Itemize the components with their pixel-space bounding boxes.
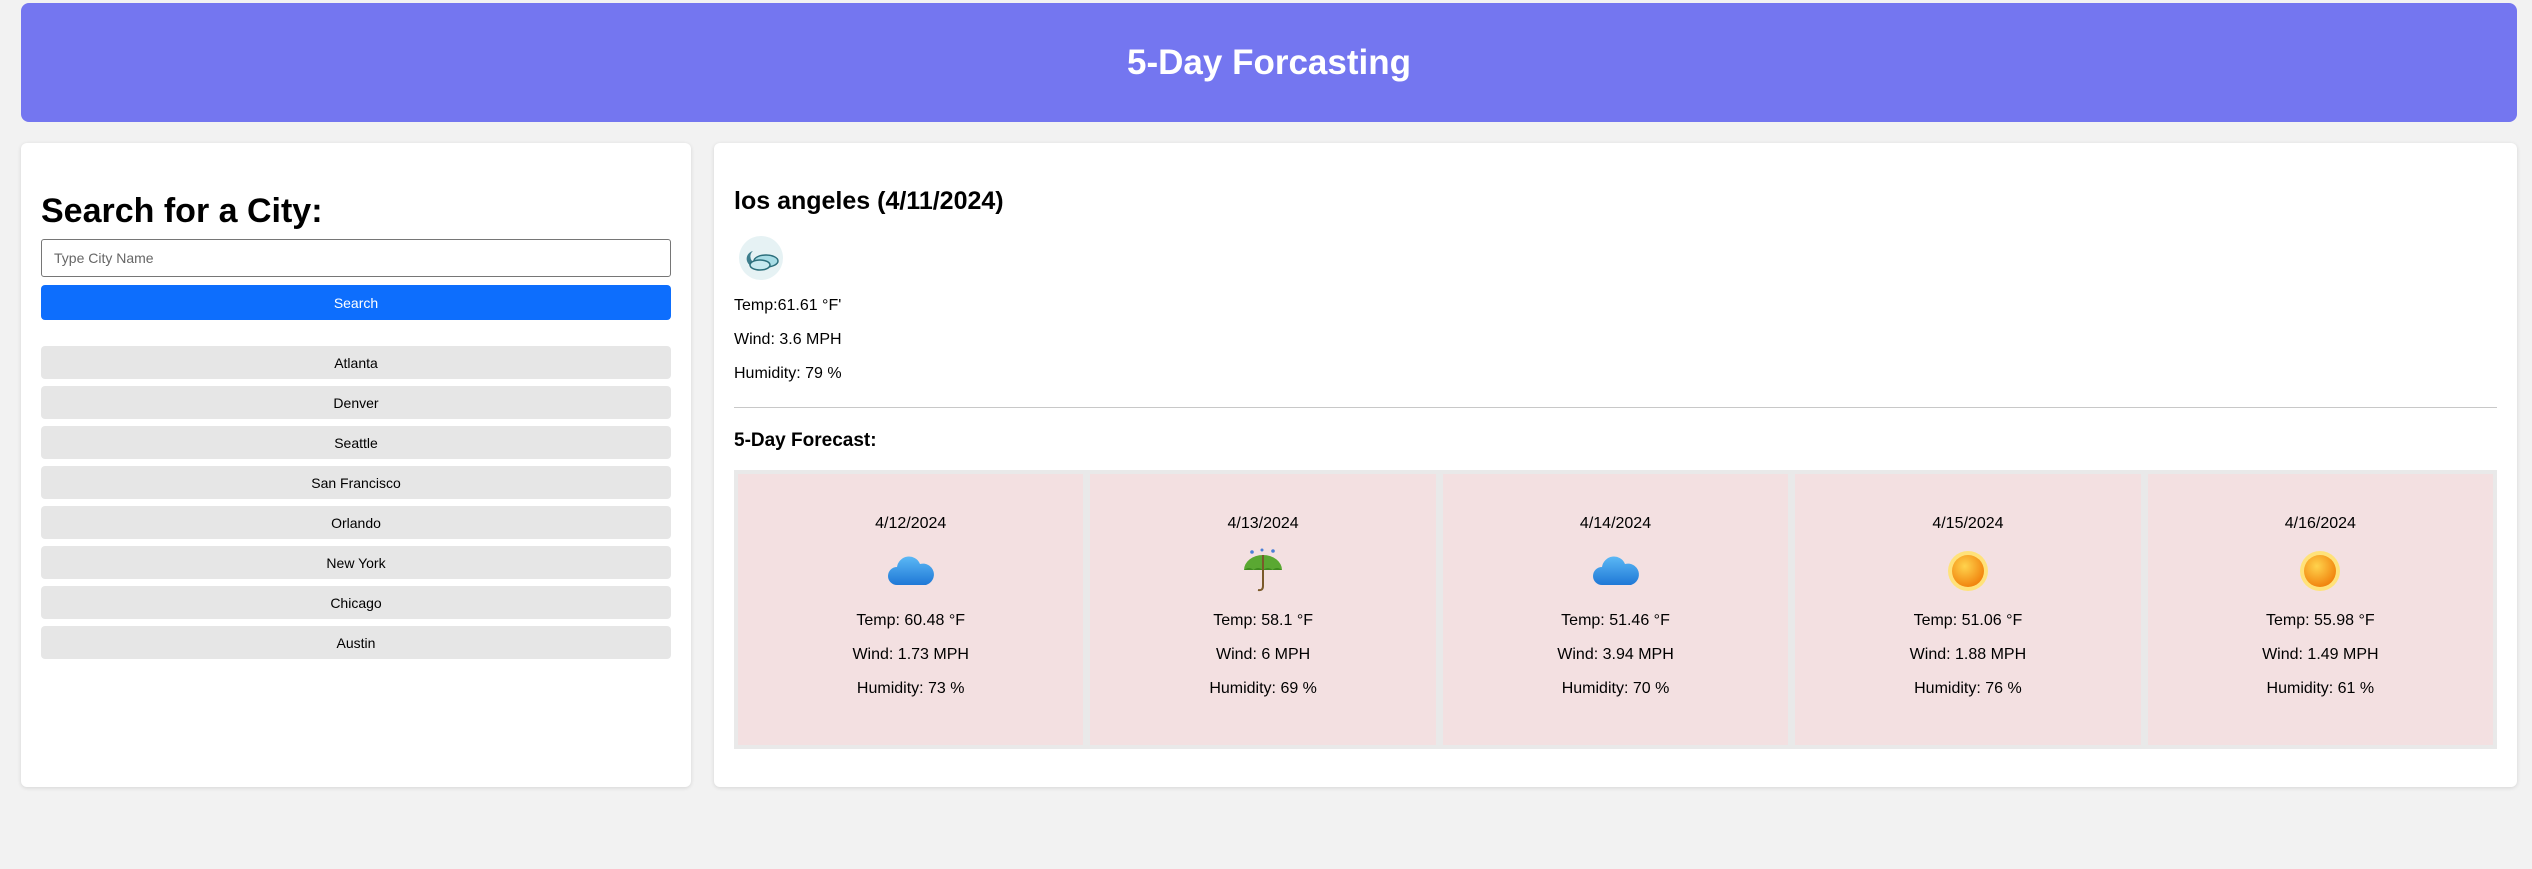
current-wind: Wind: 3.6 MPH [734, 331, 842, 348]
forecast-date: 4/12/2024 [875, 515, 947, 532]
forecast-heading: 5-Day Forecast: [734, 430, 877, 451]
forecast-date: 4/15/2024 [1932, 515, 2004, 532]
search-panel: Search for a City: Search Atlanta Denver… [21, 143, 691, 787]
forecast-humidity: Humidity: 76 % [1914, 680, 2022, 697]
sun-icon [1941, 544, 1995, 598]
cloudy-night-icon [734, 231, 788, 285]
history-city-button[interactable]: Austin [41, 626, 671, 659]
forecast-temp: Temp: 55.98 °F [2265, 612, 2375, 629]
forecast-wind: Wind: 1.73 MPH [852, 646, 969, 663]
search-heading: Search for a City: [41, 192, 323, 230]
weather-panel: los angeles (4/11/2024) Temp:61.61 °F' W… [714, 143, 2517, 787]
forecast-wind: Wind: 6 MPH [1215, 646, 1311, 663]
forecast-humidity: Humidity: 61 % [2266, 680, 2375, 697]
forecast-cards: 4/12/2024 Temp: 60.48 °F Wind: 1.73 MPH … [734, 470, 2497, 749]
forecast-date: 4/16/2024 [2284, 515, 2356, 532]
forecast-card: 4/13/2024 Temp: 58.1 °F Wind: 6 MPH Humi… [1090, 474, 1436, 745]
history-city-button[interactable]: Orlando [41, 506, 671, 539]
city-search-input[interactable] [41, 239, 671, 277]
forecast-card: 4/12/2024 Temp: 60.48 °F Wind: 1.73 MPH … [738, 474, 1084, 745]
app-header: 5-Day Forcasting [21, 3, 2517, 122]
search-button[interactable]: Search [41, 285, 671, 320]
forecast-date: 4/13/2024 [1227, 515, 1299, 532]
history-city-button[interactable]: Seattle [41, 426, 671, 459]
current-temp: Temp:61.61 °F' [734, 297, 842, 314]
app-title: 5-Day Forcasting [1127, 42, 1411, 82]
forecast-temp: Temp: 51.46 °F [1561, 612, 1670, 629]
history-city-button[interactable]: Chicago [41, 586, 671, 619]
cloud-icon [884, 544, 938, 598]
forecast-card: 4/15/2024 Temp: 51.06 °F Wind: 1.88 MPH … [1795, 474, 2141, 745]
forecast-temp: Temp: 51.06 °F [1913, 612, 2023, 629]
history-city-button[interactable]: San Francisco [41, 466, 671, 499]
forecast-humidity: Humidity: 73 % [856, 680, 965, 697]
forecast-wind: Wind: 3.94 MPH [1557, 646, 1674, 663]
history-city-button[interactable]: New York [41, 546, 671, 579]
sun-icon [2293, 544, 2347, 598]
forecast-wind: Wind: 1.88 MPH [1909, 646, 2027, 663]
forecast-humidity: Humidity: 70 % [1561, 680, 1670, 697]
forecast-card: 4/16/2024 Temp: 55.98 °F Wind: 1.49 MPH … [2147, 474, 2494, 745]
current-city-title: los angeles (4/11/2024) [734, 187, 1004, 215]
forecast-date: 4/14/2024 [1579, 515, 1652, 532]
forecast-humidity: Humidity: 69 % [1209, 680, 1317, 697]
current-humidity: Humidity: 79 % [734, 365, 842, 382]
umbrella-rain-icon [1236, 544, 1290, 598]
divider [734, 407, 2497, 408]
forecast-temp: Temp: 58.1 °F [1213, 612, 1313, 629]
history-city-button[interactable]: Atlanta [41, 346, 671, 379]
forecast-temp: Temp: 60.48 °F [856, 612, 966, 629]
forecast-wind: Wind: 1.49 MPH [2262, 646, 2379, 663]
forecast-card: 4/14/2024 Temp: 51.46 °F Wind: 3.94 MPH … [1442, 474, 1789, 745]
search-history-list: Atlanta Denver Seattle San Francisco Orl… [41, 346, 671, 659]
cloud-icon [1589, 544, 1643, 598]
history-city-button[interactable]: Denver [41, 386, 671, 419]
